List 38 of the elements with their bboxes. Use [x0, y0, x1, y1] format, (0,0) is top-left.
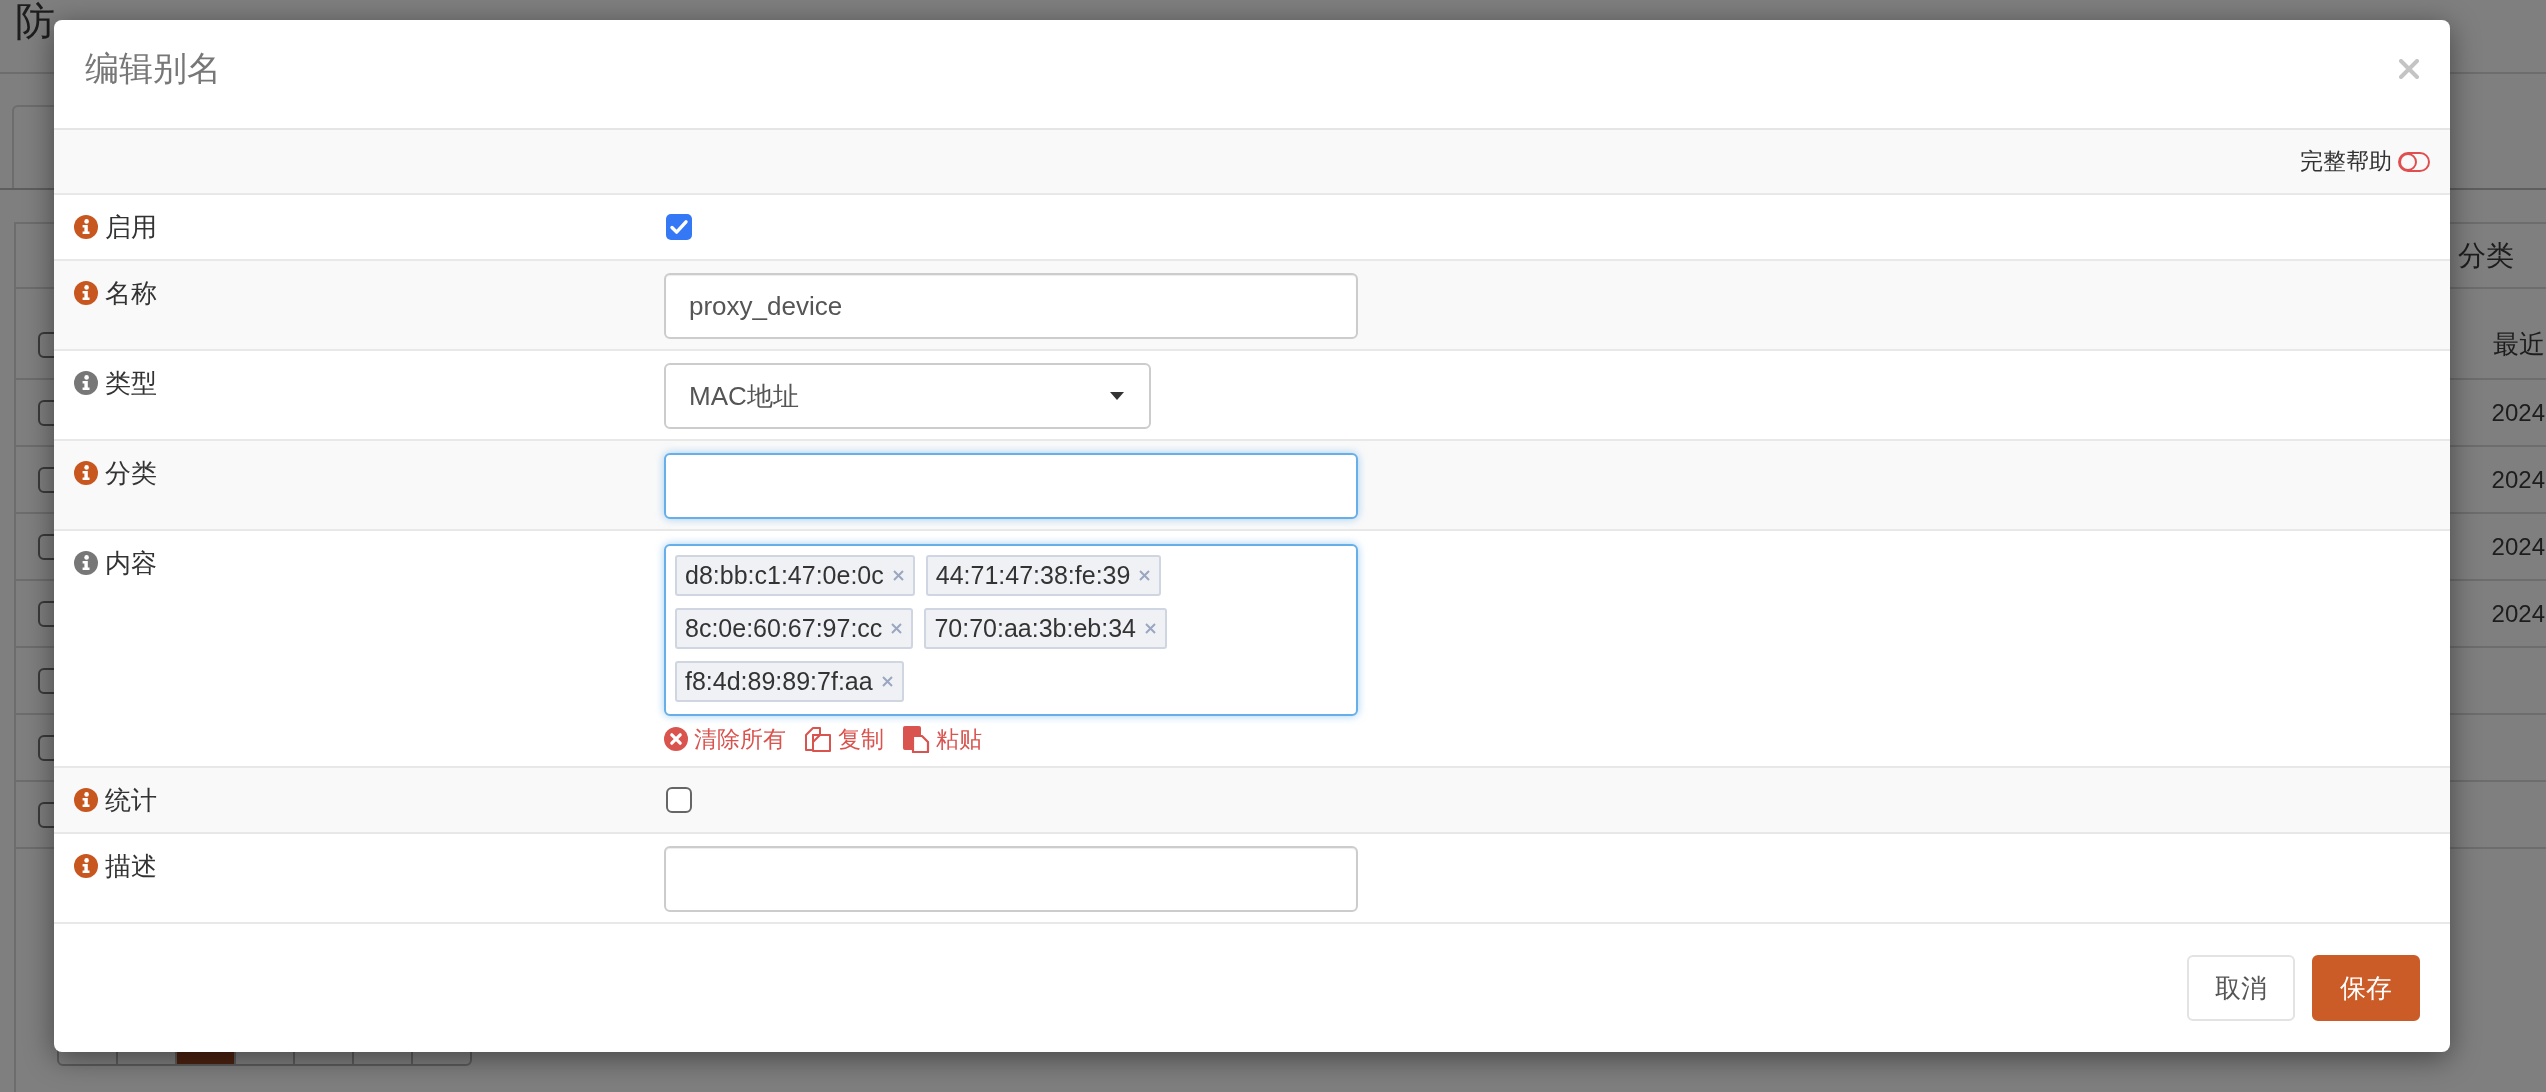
tag[interactable]: 70:70:aa:3b:eb:34 [924, 608, 1167, 649]
checkbox[interactable] [666, 787, 692, 813]
x-circle-icon [664, 727, 688, 751]
table-cell: 2024 [2491, 465, 2545, 494]
clear-all-link[interactable]: 清除所有 [664, 723, 786, 755]
dialog-title: 编辑别名 [85, 48, 221, 89]
tag[interactable]: f8:4d:89:89:7f:aa [675, 661, 904, 702]
text-field[interactable] [664, 453, 1358, 519]
field-label: 类型 [105, 368, 157, 398]
copy-link[interactable]: 复制 [804, 723, 884, 755]
column-header: 最近 [2493, 328, 2545, 361]
table-cell: 2024 [2491, 532, 2545, 561]
tag[interactable]: d8:bb:c1:47:0e:0c [675, 555, 915, 596]
filter-label: 分类 [2458, 238, 2514, 273]
field-label: 启用 [105, 212, 157, 242]
field-label: 统计 [105, 785, 157, 815]
tag[interactable]: 44:71:47:38:fe:39 [925, 555, 1162, 596]
copy-icon [804, 726, 832, 752]
field-label: 分类 [105, 458, 157, 488]
field-label: 描述 [105, 851, 157, 881]
full-help-toggle[interactable]: 完整帮助 [2300, 146, 2430, 177]
clipboard-icon [902, 725, 930, 753]
save-button[interactable]: 保存 [2312, 955, 2420, 1021]
table-cell: 2024 [2491, 599, 2545, 628]
tags-field[interactable]: d8:bb:c1:47:0e:0c 44:71:47:38:fe:39 8c:0e:60:67:97:cc 70:70:aa:3b:eb:34 f8:4d:89:89:7f:aa [664, 544, 1358, 716]
caret-icon [1110, 392, 1124, 400]
field-label: 内容 [105, 548, 157, 578]
close-icon [2399, 59, 2419, 79]
paste-link[interactable]: 粘贴 [902, 723, 982, 755]
text-field[interactable] [664, 846, 1358, 912]
cancel-button[interactable]: 取消 [2187, 955, 2295, 1021]
page-title: 防 [15, 0, 55, 42]
tag[interactable]: 8c:0e:60:67:97:cc [675, 608, 914, 649]
checkbox[interactable] [666, 214, 692, 240]
field-label: 名称 [105, 278, 157, 308]
table-cell: 2024 [2491, 398, 2545, 427]
dropdown[interactable]: MAC地址 [664, 363, 1151, 429]
text-field[interactable]: proxy_device [664, 273, 1358, 339]
